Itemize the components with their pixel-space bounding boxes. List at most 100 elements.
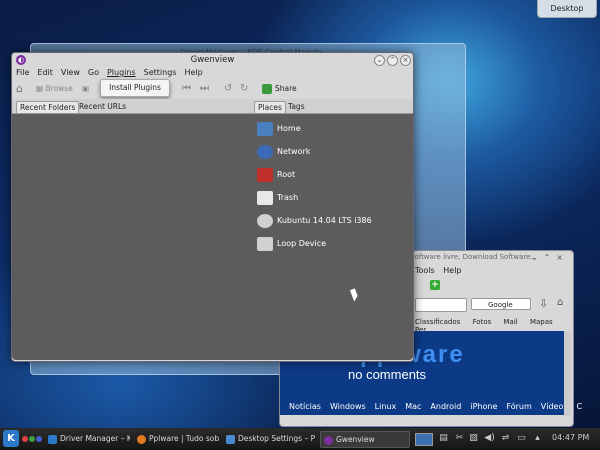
previous-icon[interactable]: ⏮ (182, 81, 191, 97)
show-desktop-icon[interactable] (415, 433, 433, 446)
desktop-dot-icon[interactable] (29, 436, 35, 442)
desktop-dot-icon[interactable] (36, 436, 42, 442)
place-home[interactable]: Home (257, 120, 301, 138)
tools-icon[interactable]: ✂ (454, 433, 465, 444)
tray-expand-icon[interactable]: ▴ (532, 433, 543, 444)
site-nav-item[interactable]: Notícias (289, 402, 321, 411)
system-tray: ▤ ✂ ▧ ◀) ⇌ ▭ ▴ (412, 431, 562, 447)
place-trash-label: Trash (277, 193, 299, 202)
task-desktop-settings[interactable]: Desktop Settings – P (226, 431, 316, 446)
site-nav-item[interactable]: Android (430, 402, 461, 411)
clock[interactable]: 04:47 PM (552, 433, 589, 442)
task-driver-manager[interactable]: Driver Manager – KDE (48, 431, 130, 446)
close-icon[interactable]: × (400, 55, 411, 66)
tab-places[interactable]: Places (254, 101, 286, 113)
menu-help[interactable]: Help (184, 68, 202, 77)
browser-scrollbar[interactable] (564, 331, 571, 416)
site-nav-item[interactable]: Fórum (506, 402, 531, 411)
rotate-left-icon[interactable]: ↺ (224, 81, 232, 97)
task-label: Gwenview (336, 435, 375, 444)
bookmark-item[interactable]: Classificados (415, 318, 460, 326)
share-button[interactable]: Share (262, 81, 297, 97)
tab-tags[interactable]: Tags (285, 101, 308, 112)
place-kubuntu[interactable]: Kubuntu 14.04 LTS i386 (257, 212, 372, 230)
driver-manager-icon (48, 434, 57, 444)
site-navigation: Notícias Windows Linux Mac Android iPhone Fóru… (280, 399, 582, 415)
virtual-desktop-pager[interactable] (22, 435, 43, 444)
site-nav-item[interactable]: iPhone (470, 402, 497, 411)
browse-button[interactable]: ▦ Browse (36, 81, 73, 97)
folder-home-icon (257, 121, 273, 136)
place-network[interactable]: Network (257, 143, 310, 161)
menu-edit[interactable]: Edit (37, 68, 53, 77)
site-nav-item[interactable]: C (577, 402, 583, 411)
gwenview-icon (324, 435, 333, 445)
bookmark-item[interactable]: Mail (503, 318, 517, 326)
gwenview-tabbar: Recent Folders Recent URLs Places Tags (12, 99, 413, 114)
drive-icon (257, 236, 273, 251)
view-icon[interactable]: ▣ (82, 81, 89, 97)
bookmark-item[interactable]: Mapas (530, 318, 553, 326)
trash-icon (257, 190, 273, 205)
browser-window-title: Software livre, Download Software... (410, 253, 538, 261)
place-root[interactable]: Root (257, 166, 295, 184)
browser-menu-help[interactable]: Help (443, 266, 461, 275)
network-status-icon[interactable]: ▭ (516, 433, 527, 444)
tab-recent-urls[interactable]: Recent URLs (76, 101, 129, 112)
task-gwenview[interactable]: Gwenview (320, 431, 410, 448)
next-icon[interactable]: ⏭ (200, 81, 209, 97)
task-pplware[interactable]: Pplware | Tudo sobre (137, 431, 219, 446)
place-trash[interactable]: Trash (257, 189, 298, 207)
menu-go[interactable]: Go (88, 68, 99, 77)
plugins-menu-install[interactable]: Install Plugins (100, 79, 170, 97)
taskbar: K Driver Manager – KDE Pplware | Tudo so… (0, 428, 600, 450)
menu-file[interactable]: File (16, 68, 29, 77)
browser-menubar: Tools Help (415, 266, 468, 275)
rotate-right-icon[interactable]: ↻ (240, 81, 248, 97)
site-nav-item[interactable]: Mac (405, 402, 421, 411)
gwenview-content: Home Network Root Trash Kubuntu 14.04 LT… (12, 114, 413, 360)
menu-view[interactable]: View (61, 68, 80, 77)
home-icon[interactable]: ⌂ (557, 297, 563, 308)
maximize-icon[interactable]: ⌃ (387, 55, 398, 66)
site-slogan: no comments (348, 367, 427, 382)
new-tab-button[interactable]: + (430, 280, 440, 290)
url-input[interactable] (415, 298, 467, 312)
browser-urlbar-row: Google ⇩ ⌂ (415, 296, 571, 314)
site-nav-item[interactable]: Linux (375, 402, 397, 411)
network-icon (257, 144, 273, 159)
volume-icon[interactable]: ◀) (484, 433, 495, 444)
application-launcher-icon[interactable]: K (3, 430, 19, 447)
place-network-label: Network (277, 147, 311, 156)
image-icon[interactable]: ▧ (468, 433, 479, 444)
share-icon (262, 84, 272, 94)
browser-menu-tools[interactable]: Tools (415, 266, 435, 275)
desktop-toolbox-button[interactable]: Desktop (537, 0, 597, 18)
minimize-icon[interactable]: ⌄ (374, 55, 385, 66)
menu-settings[interactable]: Settings (144, 68, 177, 77)
search-input[interactable]: Google (471, 298, 531, 310)
place-kubuntu-label: Kubuntu 14.04 LTS i386 (277, 216, 372, 225)
place-loop-device-label: Loop Device (277, 239, 327, 248)
download-icon[interactable]: ⇩ (539, 297, 548, 310)
firefox-icon (137, 434, 146, 444)
usb-icon[interactable]: ⇌ (500, 433, 511, 444)
gwenview-toolbar: ⌂ ▦ Browse ▣ ⏮ ⏭ ↺ ↻ Share (14, 81, 411, 99)
bookmark-item[interactable]: Fotos (473, 318, 492, 326)
browse-label: Browse (45, 84, 73, 93)
start-page-icon[interactable]: ⌂ (16, 81, 23, 97)
folder-root-icon (257, 167, 273, 182)
place-root-label: Root (277, 170, 296, 179)
gwenview-title: Gwenview (190, 55, 235, 65)
site-nav-item[interactable]: Windows (330, 402, 366, 411)
task-label: Desktop Settings – P (238, 434, 316, 443)
tab-recent-folders[interactable]: Recent Folders (16, 101, 80, 113)
gwenview-window[interactable]: ◐ Gwenview ⌄ ⌃ × File Edit View Go Plugins Se… (11, 52, 414, 362)
clipboard-icon[interactable]: ▤ (438, 433, 449, 444)
task-label: Driver Manager – KDE (60, 434, 130, 443)
menu-plugins[interactable]: Plugins (107, 68, 136, 77)
browser-window-controls[interactable]: ⌄⌃× (531, 253, 569, 262)
desktop-dot-icon[interactable] (22, 436, 28, 442)
place-loop-device[interactable]: Loop Device (257, 235, 326, 253)
share-label: Share (275, 84, 297, 93)
